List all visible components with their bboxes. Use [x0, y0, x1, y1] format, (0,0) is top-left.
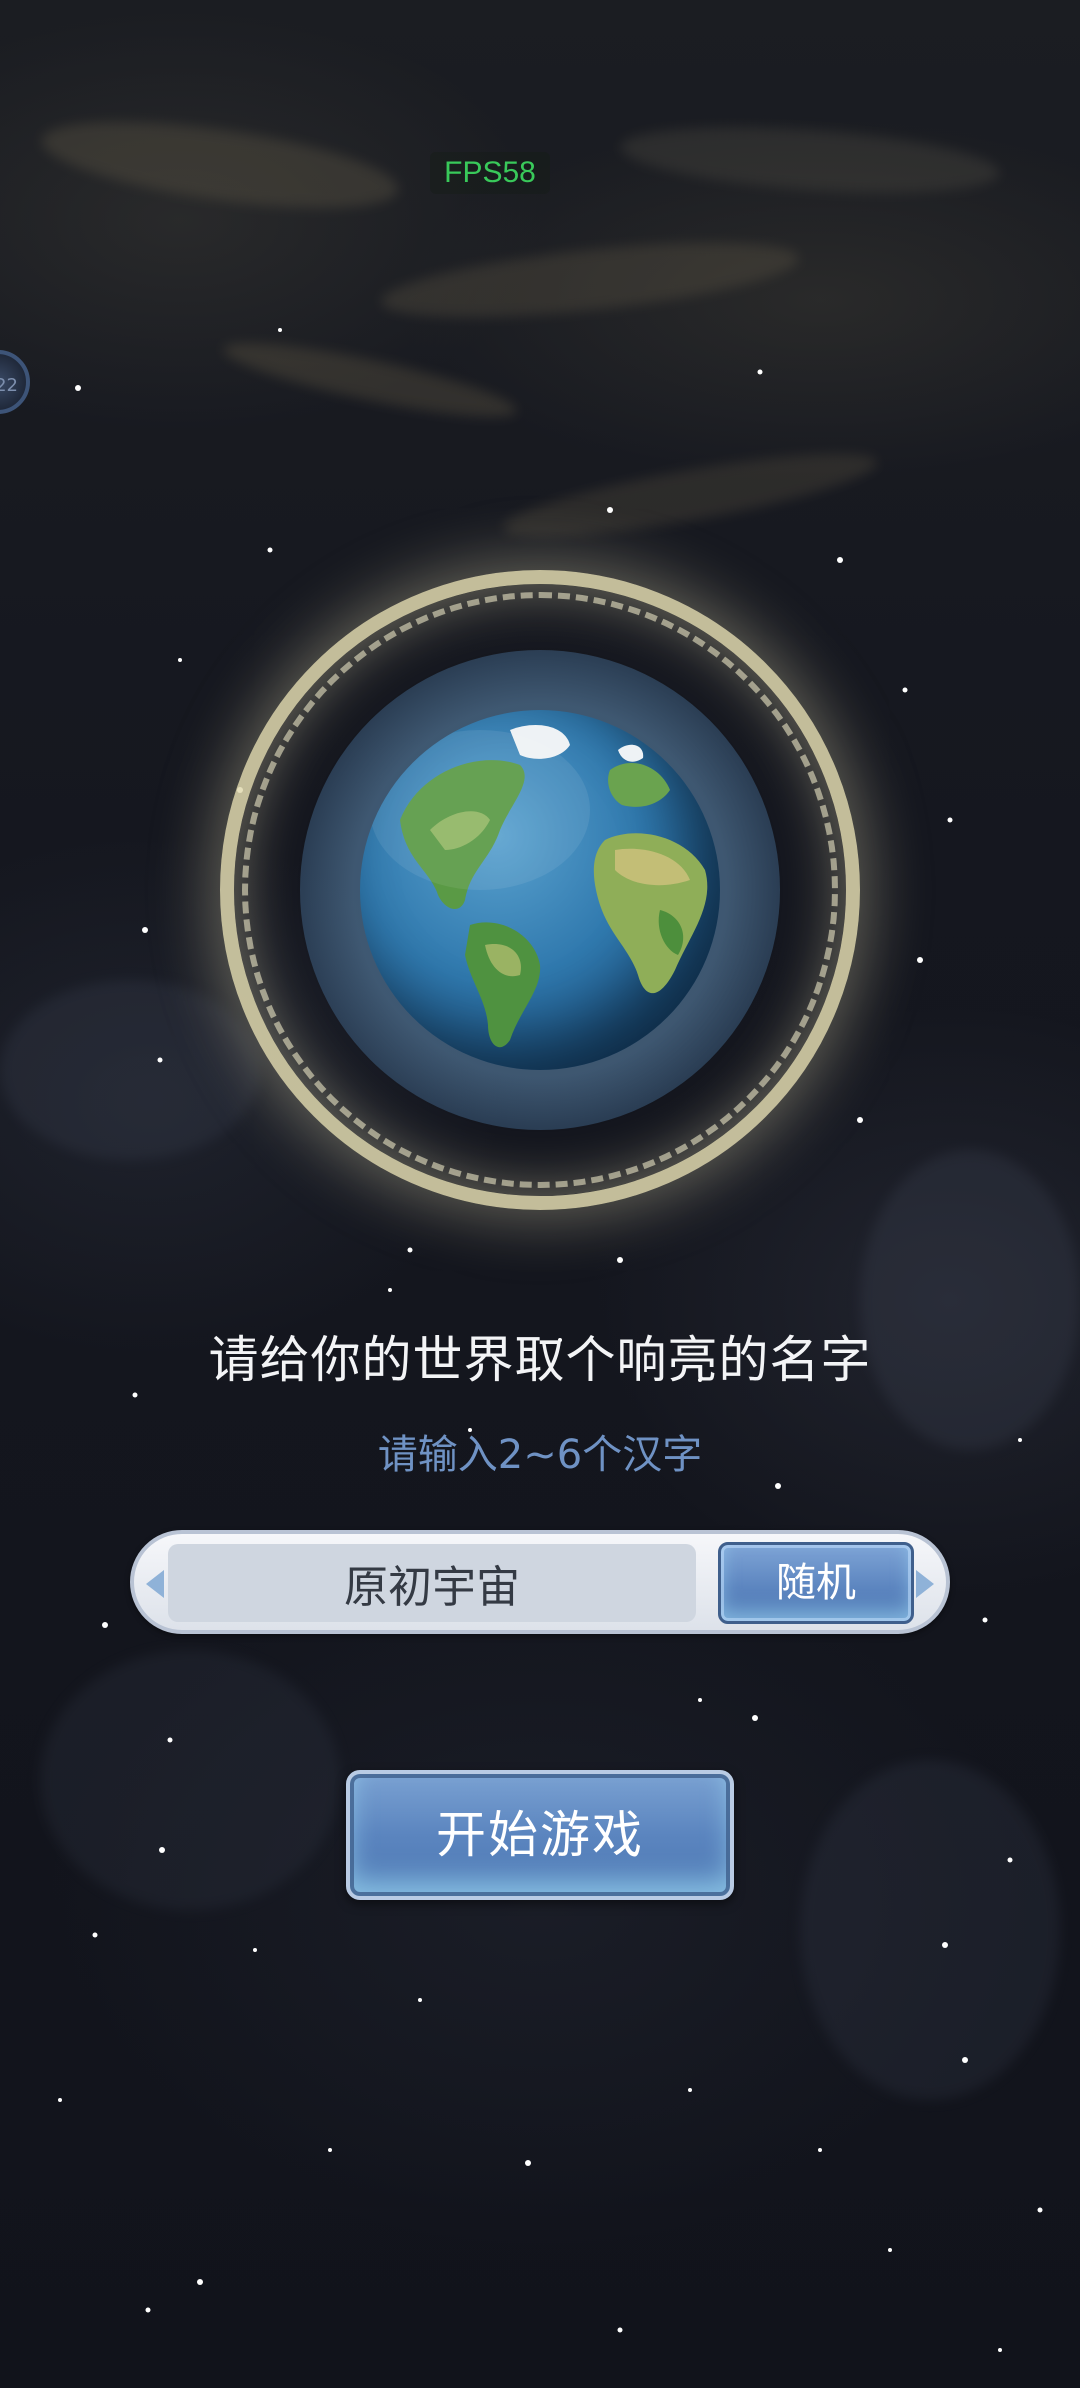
- world-globe: [220, 570, 860, 1210]
- world-name-bar: 随机: [130, 1530, 950, 1634]
- name-length-hint: 请输入2~6个汉字: [377, 1432, 703, 1478]
- earth-globe-icon: [360, 710, 720, 1070]
- fps-counter: FPS58: [430, 152, 550, 194]
- random-name-button[interactable]: 随机: [718, 1542, 914, 1624]
- arrow-left-icon: [146, 1570, 164, 1598]
- continents-icon: [370, 725, 708, 1048]
- world-name-input[interactable]: [168, 1544, 696, 1622]
- world-name-prompt: 请给你的世界取个响亮的名字: [208, 1331, 872, 1389]
- start-game-button[interactable]: 开始游戏: [346, 1770, 734, 1900]
- arrow-right-icon: [916, 1570, 934, 1598]
- game-screen: FPS58 22 请给你的世界取个响亮的名字 请输入2~6个汉字 原初宇宙 随机…: [0, 0, 1080, 2388]
